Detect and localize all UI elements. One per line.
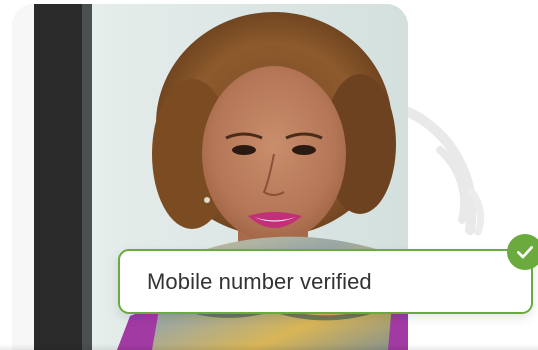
bottom-edge-shadow (0, 344, 538, 350)
checkmark-icon (507, 234, 538, 270)
verification-message: Mobile number verified (147, 268, 372, 294)
verification-toast: Mobile number verified (118, 249, 533, 314)
